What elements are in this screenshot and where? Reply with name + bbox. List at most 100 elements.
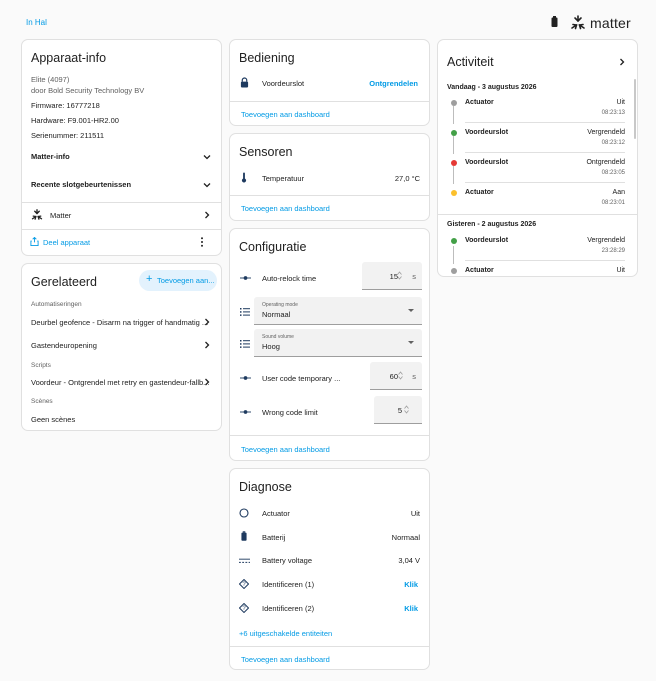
script-item[interactable]: Voordeur - Ontgrendel met retry en gaste…: [22, 373, 221, 393]
disabled-entities-link[interactable]: +6 uitgeschakelde entiteiten: [239, 629, 332, 638]
activity-entry[interactable]: Actuator Uit 08:23:13: [438, 96, 637, 124]
automation-item[interactable]: Gastendeuropening: [22, 336, 221, 356]
unlock-button[interactable]: Ontgrendelen: [369, 79, 418, 88]
device-firmware: Firmware: 16777218: [31, 101, 100, 110]
activity-time: 08:23:12: [601, 140, 625, 146]
usercode-label: User code temporary ...: [262, 374, 341, 383]
divider: [465, 152, 625, 153]
identify-icon: ?: [239, 579, 249, 589]
activity-entry[interactable]: Voordeurslot Ontgrendeld 08:23:05: [438, 156, 637, 184]
diag-row-label[interactable]: Actuator: [262, 509, 290, 518]
divider: [22, 202, 221, 203]
divider: [465, 122, 625, 123]
diagnostics-card: Diagnose Actuator Uit Batterij Normaal B…: [229, 468, 430, 670]
breadcrumb-area-link[interactable]: In Hal: [26, 18, 47, 27]
config-title: Configuratie: [239, 240, 307, 254]
config-card: Configuratie Auto-relock time 15 s Opera…: [229, 228, 430, 461]
spinner-icon[interactable]: [404, 405, 409, 414]
identify-button[interactable]: Klik: [404, 580, 418, 589]
matter-logo-icon: [571, 15, 585, 30]
activity-entry[interactable]: Voordeurslot Vergrendeld 08:23:12: [438, 126, 637, 154]
sound-volume-select[interactable]: Sound volume Hoog: [254, 329, 422, 357]
add-to-button[interactable]: + Toevoegen aan...: [139, 270, 217, 291]
automation-item-label: Deurbel geofence - Disarm na trigger of …: [31, 318, 209, 327]
divider: [465, 260, 625, 261]
more-vert-icon[interactable]: [200, 237, 204, 247]
slider-icon: [240, 376, 251, 380]
spinner-icon[interactable]: [398, 371, 403, 380]
activity-entry[interactable]: Voordeurslot Vergrendeld 23:28:29: [438, 234, 637, 262]
diag-row-label[interactable]: Identificeren (1): [262, 580, 314, 589]
add-to-dashboard-link[interactable]: Toevoegen aan dashboard: [241, 655, 330, 664]
activity-entry[interactable]: Actuator Uit: [438, 264, 637, 276]
divider: [230, 646, 429, 647]
lock-entity-name[interactable]: Voordeurslot: [262, 79, 304, 88]
activity-entity: Actuator: [465, 267, 494, 274]
activity-scrollbar[interactable]: [634, 79, 636, 139]
status-dot-green: [451, 238, 457, 244]
operating-mode-label: Operating mode: [262, 302, 298, 308]
thermometer-icon: [241, 172, 247, 183]
lock-icon: [240, 77, 249, 88]
activity-time: 08:23:01: [601, 200, 625, 206]
activity-state: Aan: [612, 189, 625, 196]
device-manufacturer: door Bold Security Technology BV: [31, 86, 145, 95]
diag-row-label[interactable]: Batterij: [262, 533, 285, 542]
battery-icon: [241, 531, 247, 541]
diag-row-value: Uit: [410, 509, 420, 518]
identify-icon: ?: [239, 603, 249, 613]
matter-integration-link[interactable]: Matter: [22, 204, 221, 226]
list-icon: [240, 340, 250, 348]
diag-row-value: 3,04 V: [398, 556, 420, 565]
device-serial: Serienummer: 211511: [31, 131, 105, 140]
diag-row-label[interactable]: Identificeren (2): [262, 604, 314, 613]
device-hardware: Hardware: F9.001-HR2.00: [31, 116, 119, 125]
chevron-right-icon: [205, 378, 210, 386]
operating-mode-select[interactable]: Operating mode Normaal: [254, 297, 422, 325]
add-to-dashboard-link[interactable]: Toevoegen aan dashboard: [241, 110, 330, 119]
activity-state: Uit: [616, 99, 625, 106]
usercode-unit: s: [412, 372, 416, 381]
wrongcode-input[interactable]: 5: [374, 396, 422, 424]
activity-entity: Actuator: [465, 99, 494, 106]
sound-volume-label: Sound volume: [262, 334, 294, 340]
circle-outline-icon: [239, 508, 249, 518]
scenes-value: Geen scènes: [31, 415, 76, 424]
activity-state: Ontgrendeld: [586, 159, 625, 166]
activity-state: Vergrendeld: [587, 129, 625, 136]
chevron-right-icon: [205, 211, 210, 219]
top-bar: In Hal matter: [0, 0, 656, 40]
add-to-dashboard-link[interactable]: Toevoegen aan dashboard: [241, 445, 330, 454]
diag-row-label[interactable]: Battery voltage: [262, 556, 312, 565]
activity-entry[interactable]: Actuator Aan 08:23:01: [438, 186, 637, 214]
spinner-icon[interactable]: [397, 271, 402, 280]
activity-entity: Actuator: [465, 189, 494, 196]
add-to-dashboard-link[interactable]: Toevoegen aan dashboard: [241, 204, 330, 213]
related-title: Gerelateerd: [31, 275, 98, 289]
matter-logo-text: matter: [590, 15, 631, 31]
dropdown-arrow-icon: [408, 341, 414, 344]
plus-icon: +: [146, 273, 153, 285]
matter-info-expander[interactable]: Matter-info: [22, 144, 221, 170]
yesterday-header: Gisteren - 2 augustus 2026: [447, 221, 537, 228]
chevron-right-icon[interactable]: [618, 58, 626, 66]
activity-time: 08:23:13: [601, 110, 625, 116]
dropdown-arrow-icon: [408, 309, 414, 312]
usercode-input[interactable]: 60 s: [370, 362, 422, 390]
controls-card: Bediening Voordeurslot Ontgrendelen Toev…: [229, 39, 430, 126]
list-icon: [240, 308, 250, 316]
identify-button[interactable]: Klik: [404, 604, 418, 613]
chevron-down-icon: [203, 155, 211, 160]
autorelock-unit: s: [412, 272, 416, 281]
recent-lock-events-expander[interactable]: Recente slotgebeurtenissen: [22, 171, 221, 197]
diagnostics-title: Diagnose: [239, 480, 292, 494]
wrongcode-value: 5: [397, 406, 402, 415]
autorelock-input[interactable]: 15 s: [362, 262, 422, 290]
divider: [230, 195, 429, 196]
temperature-entity-name[interactable]: Temperatuur: [262, 174, 304, 183]
voltage-icon: [239, 558, 250, 563]
automation-item[interactable]: Deurbel geofence - Disarm na trigger of …: [22, 313, 221, 333]
chevron-right-icon: [205, 341, 210, 349]
share-icon: [30, 237, 39, 246]
share-device-button[interactable]: Deel apparaat: [28, 233, 108, 251]
